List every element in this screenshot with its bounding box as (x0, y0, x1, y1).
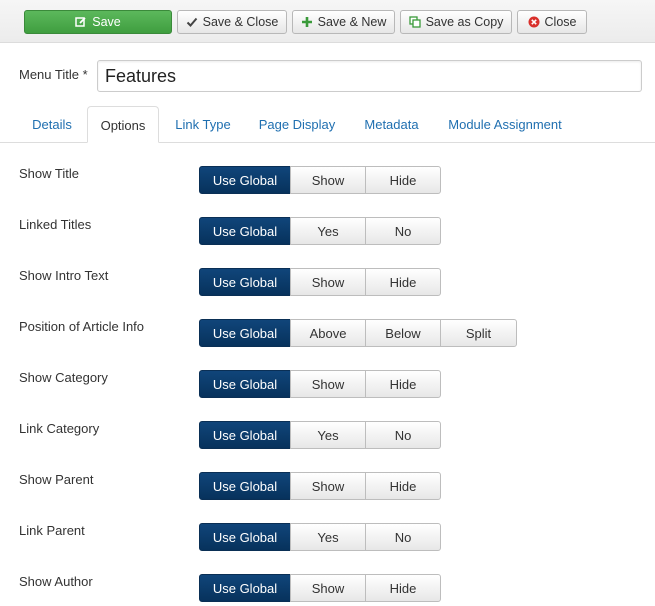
tab-page-display[interactable]: Page Display (248, 106, 346, 143)
option-button-group: Use Global Show Hide (199, 574, 441, 602)
use-global-button[interactable]: Use Global (199, 319, 291, 347)
close-button[interactable]: Close (517, 10, 587, 34)
save-as-copy-label: Save as Copy (425, 15, 504, 29)
below-button[interactable]: Below (365, 319, 441, 347)
tab-bar: Details Options Link Type Page Display M… (0, 106, 655, 143)
option-button-group: Use Global Show Hide (199, 166, 441, 194)
no-button[interactable]: No (365, 421, 441, 449)
option-label: Linked Titles (19, 217, 92, 232)
split-button[interactable]: Split (440, 319, 517, 347)
use-global-button[interactable]: Use Global (199, 166, 291, 194)
use-global-button[interactable]: Use Global (199, 217, 291, 245)
tab-module-assignment[interactable]: Module Assignment (437, 106, 573, 143)
above-button[interactable]: Above (290, 319, 366, 347)
use-global-button[interactable]: Use Global (199, 574, 291, 602)
toolbar: Save Save & Close Save & New Save as Cop… (0, 0, 655, 43)
option-button-group: Use Global Yes No (199, 421, 441, 449)
option-label: Position of Article Info (19, 319, 145, 334)
tab-details[interactable]: Details (19, 106, 85, 143)
use-global-button[interactable]: Use Global (199, 421, 291, 449)
hide-button[interactable]: Hide (365, 268, 441, 296)
option-button-group: Use Global Yes No (199, 523, 441, 551)
no-button[interactable]: No (365, 217, 441, 245)
save-label: Save (92, 15, 121, 29)
option-show-intro-text: Show Intro Text Use Global Show Hide (0, 268, 655, 298)
option-show-parent: Show Parent Use Global Show Hide (0, 472, 655, 502)
option-show-author: Show Author Use Global Show Hide (0, 574, 655, 604)
option-button-group: Use Global Show Hide (199, 268, 441, 296)
yes-button[interactable]: Yes (290, 217, 366, 245)
option-label: Link Category (19, 421, 100, 436)
use-global-button[interactable]: Use Global (199, 523, 291, 551)
option-show-title: Show Title Use Global Show Hide (0, 166, 655, 196)
use-global-button[interactable]: Use Global (199, 472, 291, 500)
option-position-of-article-info: Position of Article Info Use Global Abov… (0, 319, 655, 349)
option-button-group: Use Global Yes No (199, 217, 441, 245)
copy-icon (408, 16, 421, 28)
hide-button[interactable]: Hide (365, 472, 441, 500)
option-label: Show Parent (19, 472, 94, 487)
no-button[interactable]: No (365, 523, 441, 551)
option-label: Show Title (19, 166, 79, 181)
option-label: Show Category (19, 370, 108, 385)
close-label: Close (544, 15, 577, 29)
save-as-copy-button[interactable]: Save as Copy (400, 10, 512, 34)
menu-title-label: Menu Title * (19, 67, 88, 82)
hide-button[interactable]: Hide (365, 166, 441, 194)
yes-button[interactable]: Yes (290, 523, 366, 551)
save-button[interactable]: Save (24, 10, 172, 34)
option-linked-titles: Linked Titles Use Global Yes No (0, 217, 655, 247)
menu-title-row: Menu Title * (0, 58, 655, 94)
use-global-button[interactable]: Use Global (199, 370, 291, 398)
checkmark-icon (186, 16, 198, 28)
option-button-group: Use Global Show Hide (199, 472, 441, 500)
close-circle-icon (528, 16, 540, 28)
menu-title-input[interactable] (97, 60, 642, 92)
use-global-button[interactable]: Use Global (199, 268, 291, 296)
option-button-group: Use Global Show Hide (199, 370, 441, 398)
show-button[interactable]: Show (290, 166, 366, 194)
option-label: Show Author (19, 574, 93, 589)
save-new-label: Save & New (317, 15, 387, 29)
option-label: Show Intro Text (19, 268, 109, 283)
plus-icon (301, 16, 313, 28)
hide-button[interactable]: Hide (365, 574, 441, 602)
show-button[interactable]: Show (290, 472, 366, 500)
hide-button[interactable]: Hide (365, 370, 441, 398)
show-button[interactable]: Show (290, 268, 366, 296)
save-close-button[interactable]: Save & Close (177, 10, 287, 34)
option-label: Link Parent (19, 523, 85, 538)
option-link-category: Link Category Use Global Yes No (0, 421, 655, 451)
tab-metadata[interactable]: Metadata (351, 106, 432, 143)
option-show-category: Show Category Use Global Show Hide (0, 370, 655, 400)
option-button-group: Use Global Above Below Split (199, 319, 517, 347)
show-button[interactable]: Show (290, 370, 366, 398)
show-button[interactable]: Show (290, 574, 366, 602)
yes-button[interactable]: Yes (290, 421, 366, 449)
tab-link-type[interactable]: Link Type (162, 106, 244, 143)
edit-icon (75, 16, 87, 28)
save-close-label: Save & Close (202, 15, 279, 29)
save-new-button[interactable]: Save & New (292, 10, 395, 34)
tab-options[interactable]: Options (87, 106, 159, 143)
option-link-parent: Link Parent Use Global Yes No (0, 523, 655, 553)
